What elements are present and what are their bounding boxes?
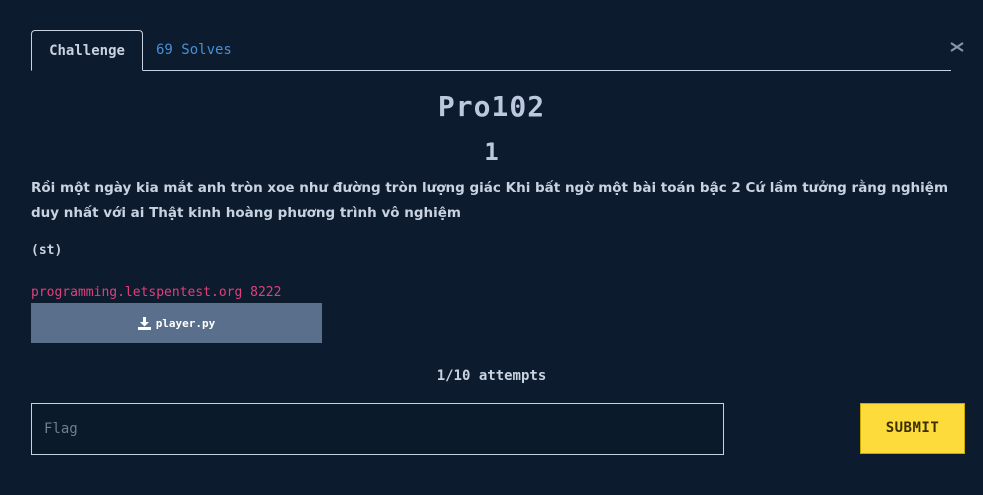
challenge-author: (st) xyxy=(31,243,63,258)
challenge-title: Pro102 xyxy=(437,90,546,123)
challenge-points: 1 xyxy=(484,138,499,166)
challenge-tabs: Challenge 69 Solves xyxy=(31,30,951,71)
submit-button[interactable]: SUBMIT xyxy=(860,403,965,454)
flag-input[interactable] xyxy=(31,403,724,455)
connection-info: programming.letspentest.org 8222 xyxy=(31,285,282,300)
challenge-description: Rồi một ngày kia mắt anh tròn xoe như đư… xyxy=(31,180,949,221)
close-icon[interactable] xyxy=(948,38,966,56)
attempts-counter: 1/10 attempts xyxy=(436,368,547,384)
download-file-button[interactable]: player.py xyxy=(31,303,322,343)
tab-solves[interactable]: 69 Solves xyxy=(156,30,232,70)
tab-challenge[interactable]: Challenge xyxy=(31,30,143,71)
download-icon xyxy=(137,316,151,330)
download-file-label: player.py xyxy=(155,316,216,330)
